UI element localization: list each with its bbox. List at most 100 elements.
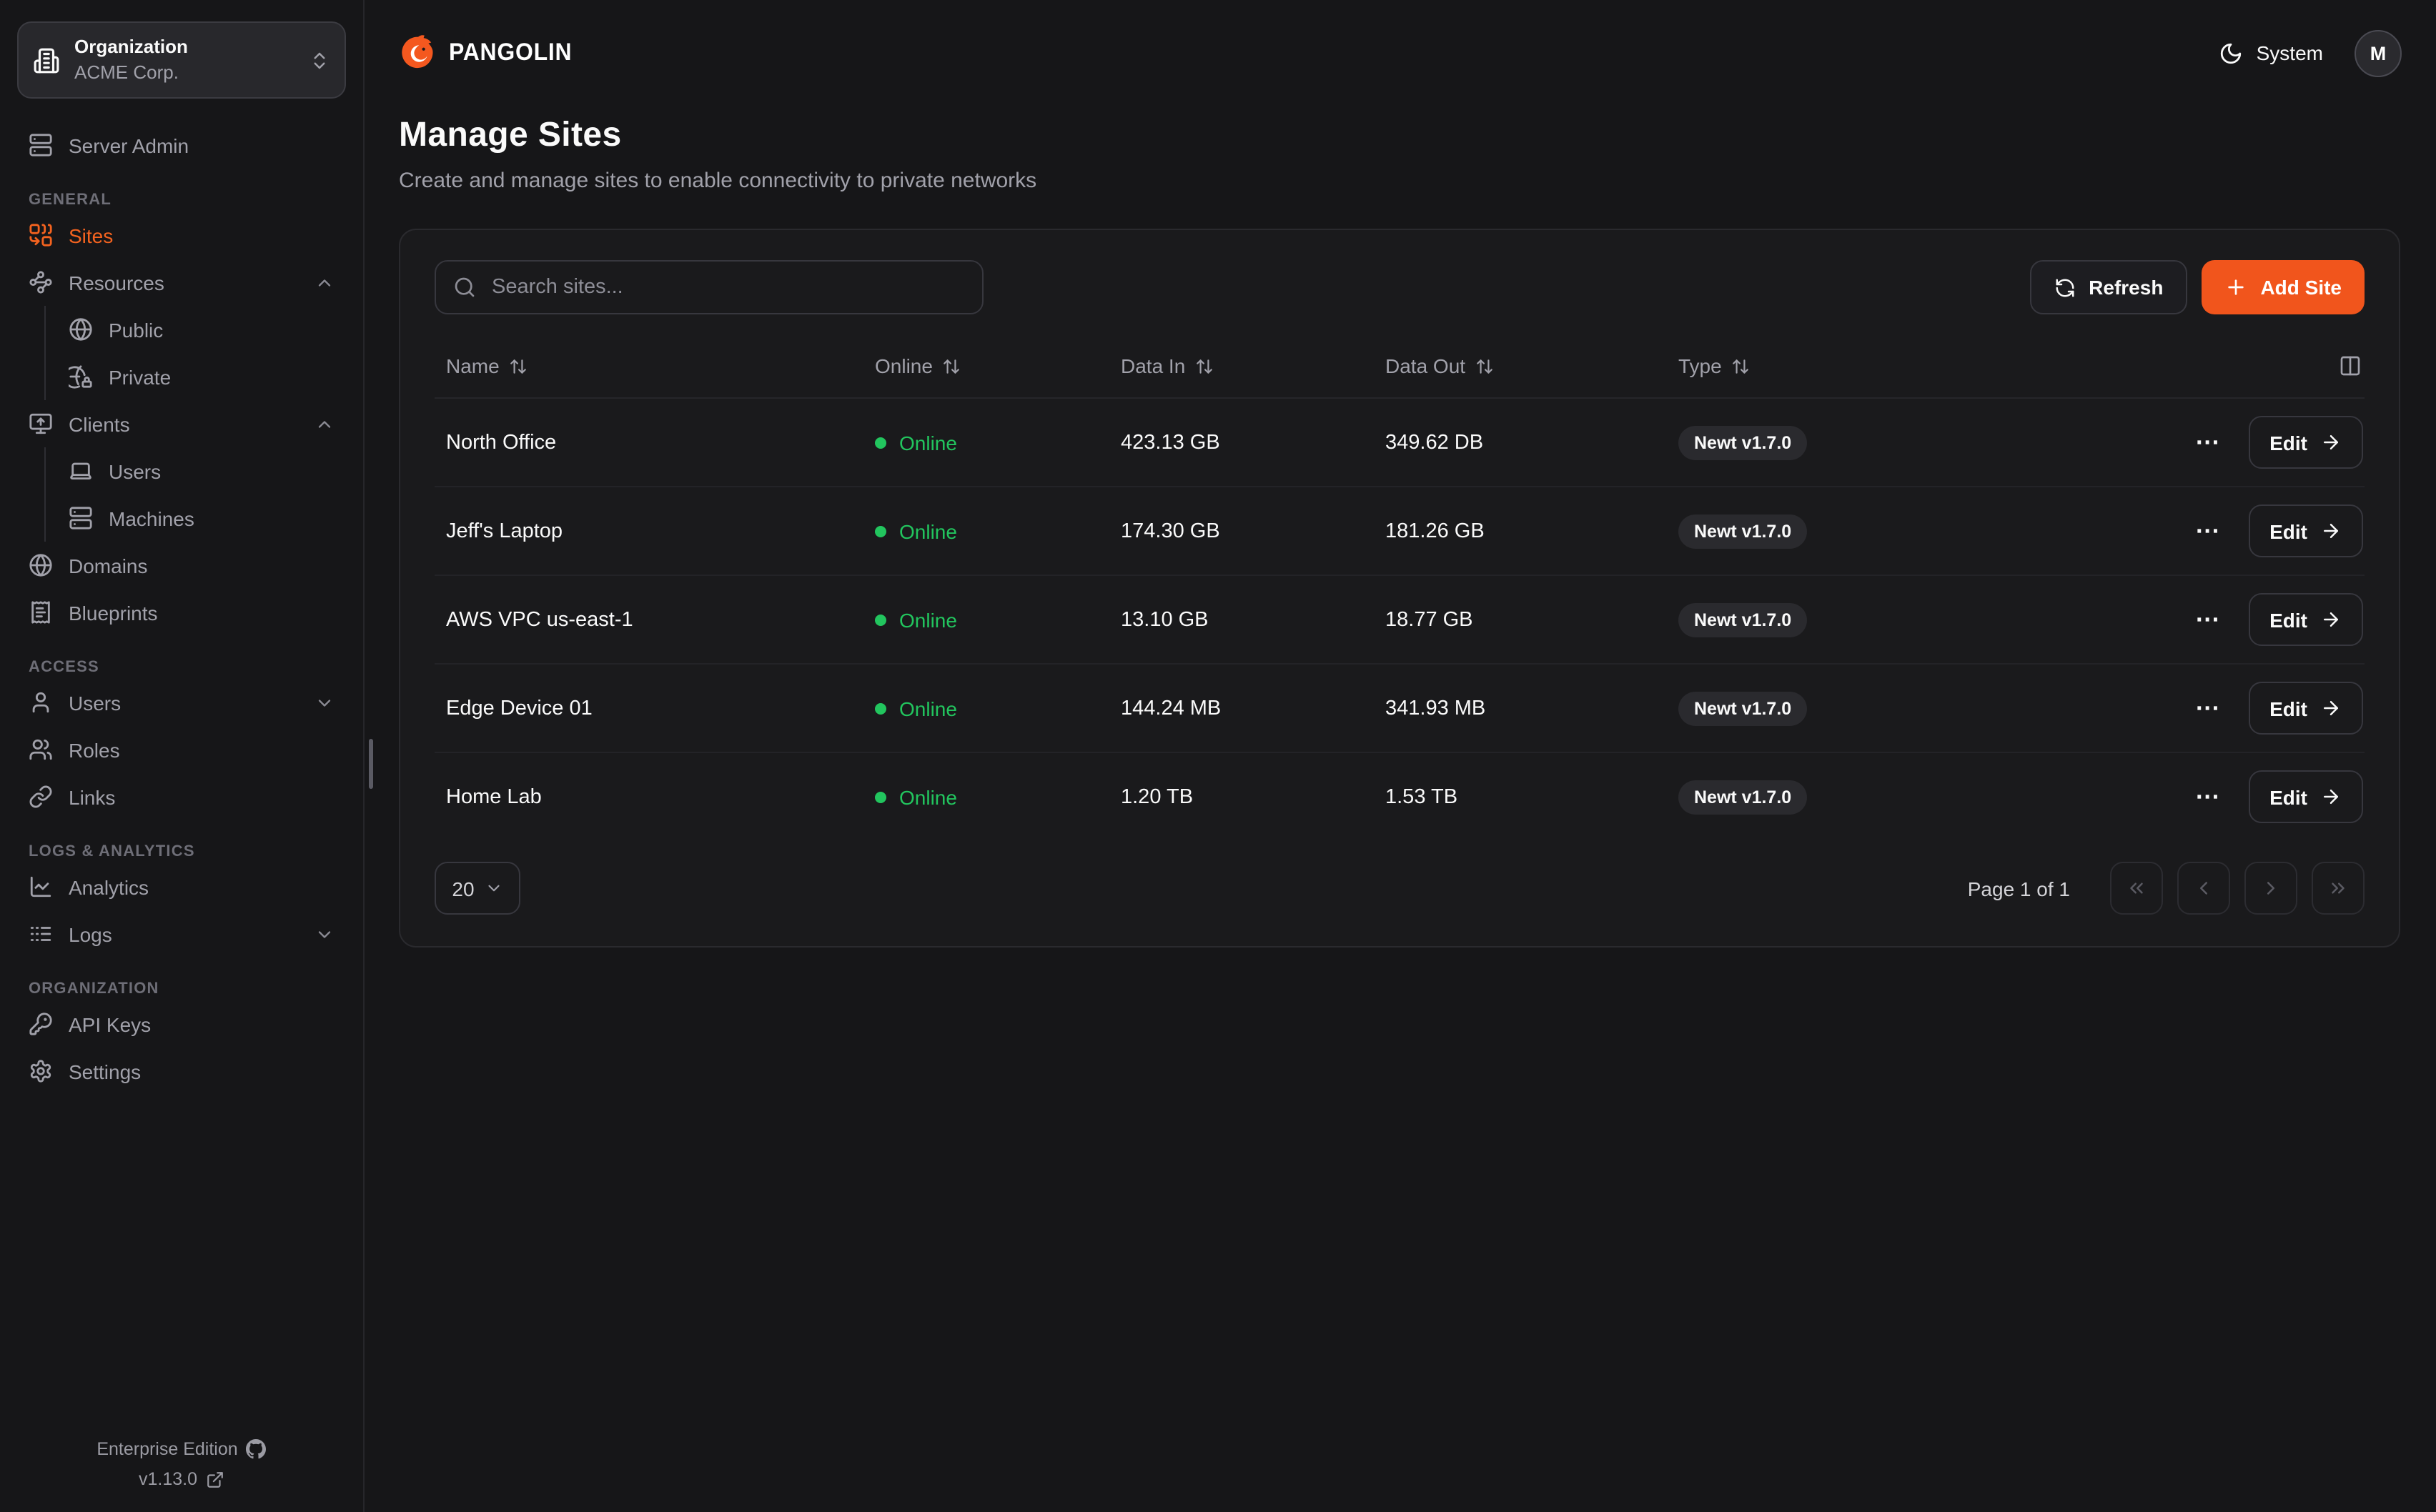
org-switcher[interactable]: Organization ACME Corp. [17, 21, 346, 99]
row-menu-button[interactable]: ⋯ [2195, 785, 2221, 809]
row-menu-button[interactable]: ⋯ [2195, 519, 2221, 543]
logs-icon [29, 922, 53, 946]
avatar[interactable]: M [2355, 29, 2402, 76]
edit-button[interactable]: Edit [2248, 770, 2363, 823]
site-name: AWS VPC us-east-1 [435, 608, 863, 631]
app-window: Organization ACME Corp. Server Admin GEN… [0, 0, 2436, 1512]
sidebar-item-label: Analytics [69, 875, 149, 898]
sidebar-item-users[interactable]: Users [17, 679, 346, 726]
sidebar-item-label: Domains [69, 554, 148, 577]
sidebar-item-logs[interactable]: Logs [17, 910, 346, 958]
brand[interactable]: PANGOLIN [399, 34, 580, 72]
column-header-type[interactable]: Type [1667, 340, 2036, 392]
sidebar-item-label: Settings [69, 1060, 141, 1083]
status-badge: Online [875, 608, 1098, 631]
previous-page-button[interactable] [2177, 862, 2230, 915]
avatar-initial: M [2370, 42, 2387, 64]
sidebar-item-label: Resources [69, 271, 164, 294]
online-dot-icon [875, 525, 886, 537]
site-name: Edge Device 01 [435, 697, 863, 720]
globe-icon [69, 317, 93, 342]
columns-icon [2339, 354, 2362, 377]
add-site-button[interactable]: Add Site [2202, 260, 2365, 314]
refresh-icon [2054, 277, 2076, 298]
brand-name: PANGOLIN [449, 39, 572, 67]
sidebar-item-sites[interactable]: Sites [17, 212, 346, 259]
sidebar-item-resources[interactable]: Resources [17, 259, 346, 306]
sidebar-item-label: Links [69, 785, 115, 808]
refresh-label: Refresh [2089, 276, 2163, 299]
sidebar-item-private[interactable]: Private [57, 353, 346, 400]
sidebar-item-api-keys[interactable]: API Keys [17, 1000, 346, 1048]
column-header-data-out[interactable]: Data Out [1374, 340, 1667, 392]
chevron-up-icon [315, 414, 335, 434]
column-header-data-in[interactable]: Data In [1109, 340, 1374, 392]
sort-icon [510, 357, 528, 375]
last-page-button[interactable] [2312, 862, 2365, 915]
sidebar-item-links[interactable]: Links [17, 773, 346, 820]
sidebar-item-clients-users[interactable]: Users [57, 447, 346, 494]
monitor-up-icon [29, 412, 53, 436]
globe-icon [29, 553, 53, 577]
refresh-button[interactable]: Refresh [2030, 260, 2187, 314]
data-in-value: 423.13 GB [1109, 431, 1374, 454]
sidebar-item-label: Machines [109, 507, 194, 529]
github-icon[interactable] [247, 1439, 267, 1459]
table-row: Jeff's Laptop Online 174.30 GB 181.26 GB… [435, 487, 2365, 576]
sidebar-item-machines[interactable]: Machines [57, 494, 346, 542]
row-menu-button[interactable]: ⋯ [2195, 696, 2221, 720]
plus-icon [2224, 276, 2247, 299]
search-input[interactable] [489, 274, 965, 300]
row-menu-button[interactable]: ⋯ [2195, 607, 2221, 632]
edit-button[interactable]: Edit [2248, 504, 2363, 557]
type-badge: Newt v1.7.0 [1678, 602, 1807, 637]
page-size-select[interactable]: 20 [435, 862, 520, 915]
online-dot-icon [875, 791, 886, 802]
theme-toggle[interactable]: System [2219, 41, 2323, 65]
status-badge: Online [875, 431, 1098, 454]
laptop-icon [69, 459, 93, 483]
gear-icon [29, 1059, 53, 1083]
sidebar-item-label: Sites [69, 224, 113, 247]
sidebar-item-analytics[interactable]: Analytics [17, 863, 346, 910]
first-page-button[interactable] [2110, 862, 2163, 915]
edit-button[interactable]: Edit [2248, 416, 2363, 469]
users-icon [29, 737, 53, 762]
status-badge: Online [875, 785, 1098, 808]
sidebar-item-blueprints[interactable]: Blueprints [17, 589, 346, 636]
sidebar-item-label: Clients [69, 412, 130, 435]
external-link-icon[interactable] [206, 1470, 224, 1488]
sidebar-item-server-admin[interactable]: Server Admin [17, 121, 346, 169]
sidebar-item-roles[interactable]: Roles [17, 726, 346, 773]
table-row: Home Lab Online 1.20 TB 1.53 TB Newt v1.… [435, 753, 2365, 840]
sidebar-item-clients[interactable]: Clients [17, 400, 346, 447]
sidebar-item-settings[interactable]: Settings [17, 1048, 346, 1095]
edit-button[interactable]: Edit [2248, 682, 2363, 735]
site-name: Jeff's Laptop [435, 519, 863, 542]
arrow-right-icon [2320, 432, 2342, 453]
receipt-icon [29, 600, 53, 625]
edit-button[interactable]: Edit [2248, 593, 2363, 646]
data-out-value: 341.93 MB [1374, 697, 1667, 720]
chevron-down-icon [315, 924, 335, 944]
data-in-value: 174.30 GB [1109, 519, 1374, 542]
data-out-value: 1.53 TB [1374, 785, 1667, 808]
arrow-right-icon [2320, 697, 2342, 719]
combine-icon [29, 223, 53, 247]
theme-label: System [2257, 41, 2323, 64]
column-visibility-button[interactable] [2036, 340, 2365, 392]
link-icon [29, 785, 53, 809]
column-header-name[interactable]: Name [435, 340, 863, 392]
building-icon [33, 46, 60, 74]
row-menu-button[interactable]: ⋯ [2195, 430, 2221, 454]
sidebar-item-public[interactable]: Public [57, 306, 346, 353]
column-header-online[interactable]: Online [863, 340, 1109, 392]
version-label: v1.13.0 [139, 1469, 197, 1489]
type-badge: Newt v1.7.0 [1678, 425, 1807, 459]
sidebar-resize-handle[interactable] [369, 739, 373, 789]
type-badge: Newt v1.7.0 [1678, 691, 1807, 725]
status-badge: Online [875, 519, 1098, 542]
next-page-button[interactable] [2244, 862, 2297, 915]
sidebar-item-label: Logs [69, 922, 112, 945]
sidebar-item-domains[interactable]: Domains [17, 542, 346, 589]
